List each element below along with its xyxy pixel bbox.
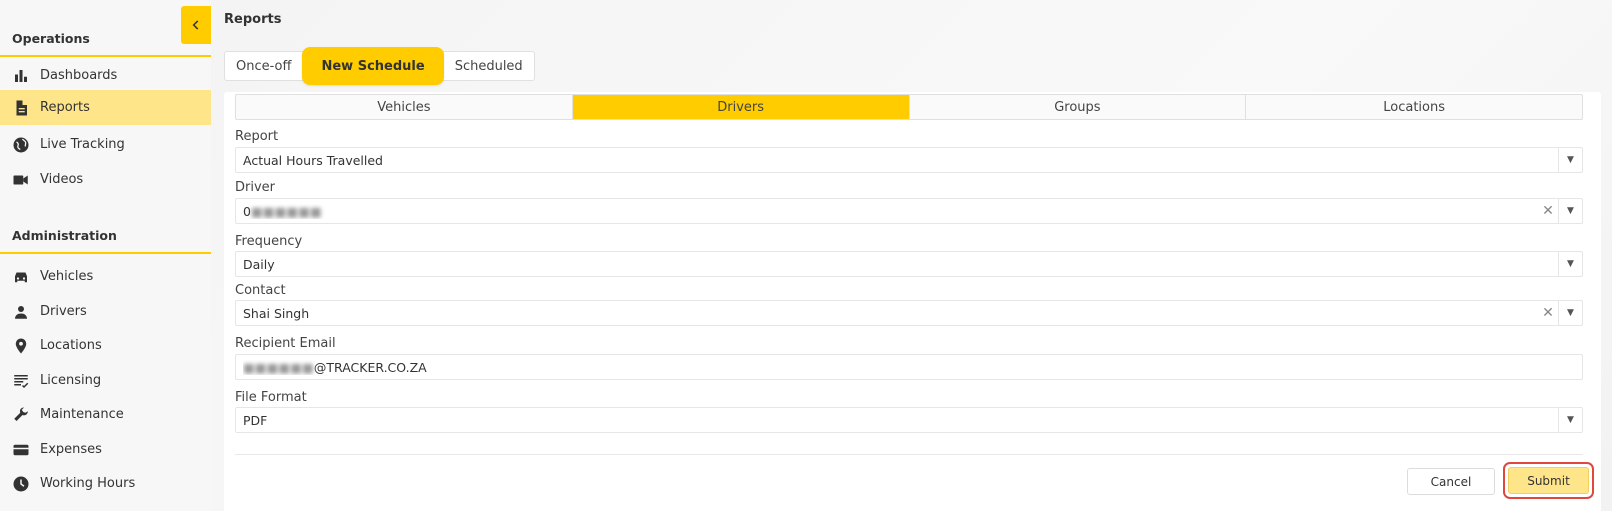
masked-text: ■■■■■■ bbox=[250, 203, 322, 219]
sidebar-item-label: Locations bbox=[40, 338, 102, 353]
submit-button[interactable]: Submit bbox=[1508, 467, 1589, 494]
report-select[interactable]: Actual Hours Travelled ▼ bbox=[235, 147, 1583, 173]
sidebar-item-label: Vehicles bbox=[40, 269, 94, 284]
card-icon bbox=[12, 441, 30, 459]
sidebar-item-working-hours[interactable]: Working Hours bbox=[0, 466, 211, 501]
caret-down-icon[interactable]: ▼ bbox=[1558, 408, 1582, 432]
tab-scheduled[interactable]: Scheduled bbox=[444, 52, 534, 80]
clear-icon[interactable]: ✕ bbox=[1538, 305, 1558, 321]
form-footer-divider bbox=[235, 454, 1583, 455]
wrench-icon bbox=[12, 406, 30, 424]
sidebar-item-live-tracking[interactable]: Live Tracking bbox=[0, 127, 211, 162]
page-title: Reports bbox=[224, 12, 282, 27]
masked-text: ■■■■■■ bbox=[243, 359, 314, 375]
driver-value: 0■■■■■■ bbox=[243, 203, 322, 219]
sidebar-item-vehicles[interactable]: Vehicles bbox=[0, 259, 211, 294]
tab-groups[interactable]: Groups bbox=[910, 95, 1247, 119]
recipient-email-value: ■■■■■■@TRACKER.CO.ZA bbox=[243, 359, 427, 375]
car-icon bbox=[12, 268, 30, 286]
sidebar: Operations Dashboards Reports Live Track… bbox=[0, 0, 211, 511]
contact-select[interactable]: Shai Singh ✕ ▼ bbox=[235, 300, 1583, 326]
tab-new-schedule[interactable]: New Schedule bbox=[302, 47, 444, 85]
caret-down-icon[interactable]: ▼ bbox=[1558, 252, 1582, 276]
driver-select[interactable]: 0■■■■■■ ✕ ▼ bbox=[235, 198, 1583, 224]
sidebar-item-drivers[interactable]: Drivers bbox=[0, 294, 211, 329]
driver-label: Driver bbox=[235, 180, 276, 195]
administration-section-title: Administration bbox=[12, 228, 117, 243]
collapse-sidebar-button[interactable] bbox=[181, 6, 211, 44]
caret-down-icon[interactable]: ▼ bbox=[1558, 199, 1582, 223]
globe-icon bbox=[12, 136, 30, 154]
sidebar-item-expenses[interactable]: Expenses bbox=[0, 432, 211, 467]
frequency-value: Daily bbox=[243, 256, 275, 272]
sidebar-item-reports[interactable]: Reports bbox=[0, 90, 211, 125]
list-check-icon bbox=[12, 372, 30, 390]
chevron-left-icon bbox=[192, 20, 199, 30]
tab-drivers[interactable]: Drivers bbox=[572, 95, 910, 119]
report-label: Report bbox=[235, 129, 279, 144]
sidebar-item-label: Videos bbox=[40, 172, 84, 187]
file-format-label: File Format bbox=[235, 390, 307, 405]
clock-icon bbox=[12, 475, 30, 493]
sidebar-item-label: Licensing bbox=[40, 373, 102, 388]
report-mode-tabs: Once-off New Schedule Scheduled bbox=[224, 47, 535, 85]
tab-locations[interactable]: Locations bbox=[1246, 95, 1582, 119]
main-content: Reports Once-off New Schedule Scheduled … bbox=[211, 0, 1612, 511]
video-camera-icon bbox=[12, 171, 30, 189]
sidebar-item-licensing[interactable]: Licensing bbox=[0, 363, 211, 398]
sidebar-item-label: Reports bbox=[40, 100, 90, 115]
sidebar-item-locations[interactable]: Locations bbox=[0, 328, 211, 363]
contact-label: Contact bbox=[235, 283, 286, 298]
map-pin-icon bbox=[12, 337, 30, 355]
frequency-select[interactable]: Daily ▼ bbox=[235, 251, 1583, 277]
sidebar-item-maintenance[interactable]: Maintenance bbox=[0, 397, 211, 432]
sidebar-item-label: Dashboards bbox=[40, 68, 118, 83]
sidebar-item-label: Expenses bbox=[40, 442, 102, 457]
sidebar-item-dashboards[interactable]: Dashboards bbox=[0, 58, 211, 93]
sidebar-item-videos[interactable]: Videos bbox=[0, 162, 211, 197]
operations-section-title: Operations bbox=[12, 31, 90, 46]
sidebar-item-label: Working Hours bbox=[40, 476, 136, 491]
tab-once-off[interactable]: Once-off bbox=[225, 52, 302, 80]
person-icon bbox=[12, 303, 30, 321]
caret-down-icon[interactable]: ▼ bbox=[1558, 148, 1582, 172]
sidebar-item-label: Maintenance bbox=[40, 407, 124, 422]
contact-value: Shai Singh bbox=[243, 305, 310, 321]
clear-icon[interactable]: ✕ bbox=[1538, 203, 1558, 219]
report-value: Actual Hours Travelled bbox=[243, 152, 383, 168]
administration-divider bbox=[0, 252, 211, 254]
sidebar-item-label: Drivers bbox=[40, 304, 87, 319]
operations-divider bbox=[0, 55, 211, 57]
bar-chart-icon bbox=[12, 67, 30, 85]
frequency-label: Frequency bbox=[235, 234, 303, 249]
file-format-select[interactable]: PDF ▼ bbox=[235, 407, 1583, 433]
document-icon bbox=[12, 99, 30, 117]
caret-down-icon[interactable]: ▼ bbox=[1558, 301, 1582, 325]
tab-vehicles[interactable]: Vehicles bbox=[236, 95, 573, 119]
entity-tabs: Vehicles Drivers Groups Locations bbox=[235, 94, 1583, 120]
cancel-button[interactable]: Cancel bbox=[1407, 468, 1495, 495]
recipient-email-input[interactable]: ■■■■■■@TRACKER.CO.ZA bbox=[235, 354, 1583, 380]
file-format-value: PDF bbox=[243, 412, 268, 428]
schedule-form-card: Vehicles Drivers Groups Locations Report… bbox=[224, 92, 1601, 511]
recipient-email-label: Recipient Email bbox=[235, 336, 336, 351]
sidebar-item-label: Live Tracking bbox=[40, 137, 125, 152]
